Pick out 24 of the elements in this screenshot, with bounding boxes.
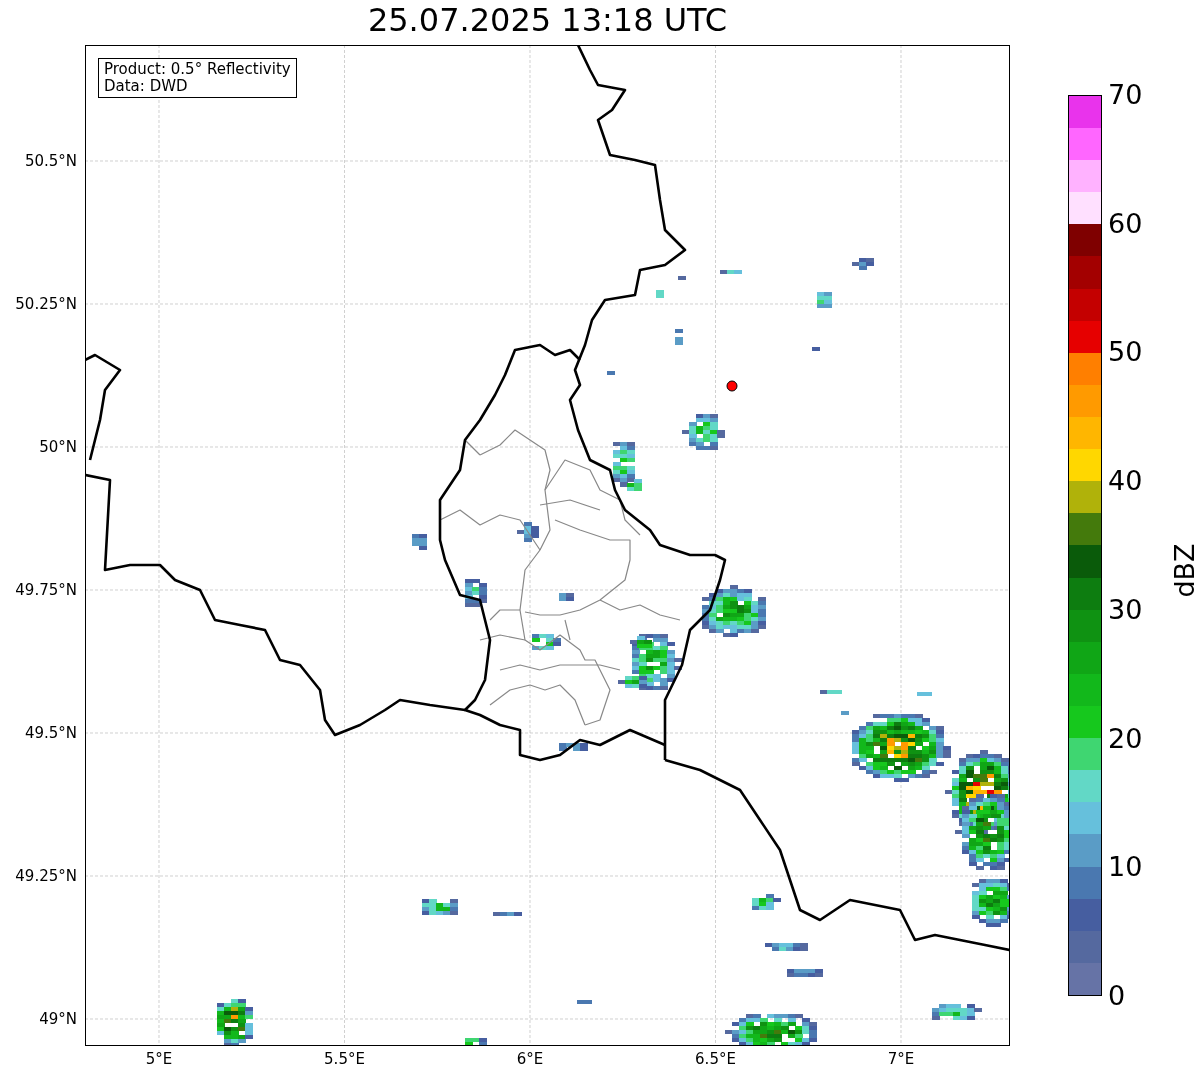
axis-label: 6.5°E xyxy=(695,1050,736,1068)
chart-title: 25.07.2025 13:18 UTC xyxy=(366,0,729,41)
axis-label: 49.75°N xyxy=(15,581,77,599)
info-text: Data: DWD xyxy=(104,78,189,95)
axis-label: 50.25°N xyxy=(15,295,77,313)
axis-label: 49.5°N xyxy=(24,724,77,742)
colorbar-tick-label: 20 xyxy=(1108,723,1143,754)
axis-label: 49°N xyxy=(39,1010,77,1028)
axis-label: 5°E xyxy=(145,1050,173,1068)
axis-label: 7°E xyxy=(887,1050,915,1068)
colorbar-tick-label: 50 xyxy=(1108,337,1143,368)
axis-label: 6°E xyxy=(516,1050,544,1068)
colorbar-tick-label: 0 xyxy=(1108,981,1126,1011)
axis-label: 50°N xyxy=(39,438,77,456)
colorbar-tick-label: 30 xyxy=(1108,594,1143,625)
axis-label: 5.5°E xyxy=(324,1050,365,1068)
colorbar-tick-label: 10 xyxy=(1108,852,1143,883)
info-text: Product: 0.5° Reflectivity xyxy=(104,61,291,78)
colorbar-tick-label: 60 xyxy=(1108,208,1143,239)
axis-label: 49.25°N xyxy=(15,867,77,885)
axis-label: 50.5°N xyxy=(24,152,77,170)
colorbar-tick-label: 70 xyxy=(1108,80,1143,110)
colorbar-tick-label: 40 xyxy=(1108,466,1143,497)
colorbar-label: dBZ xyxy=(1168,543,1200,598)
